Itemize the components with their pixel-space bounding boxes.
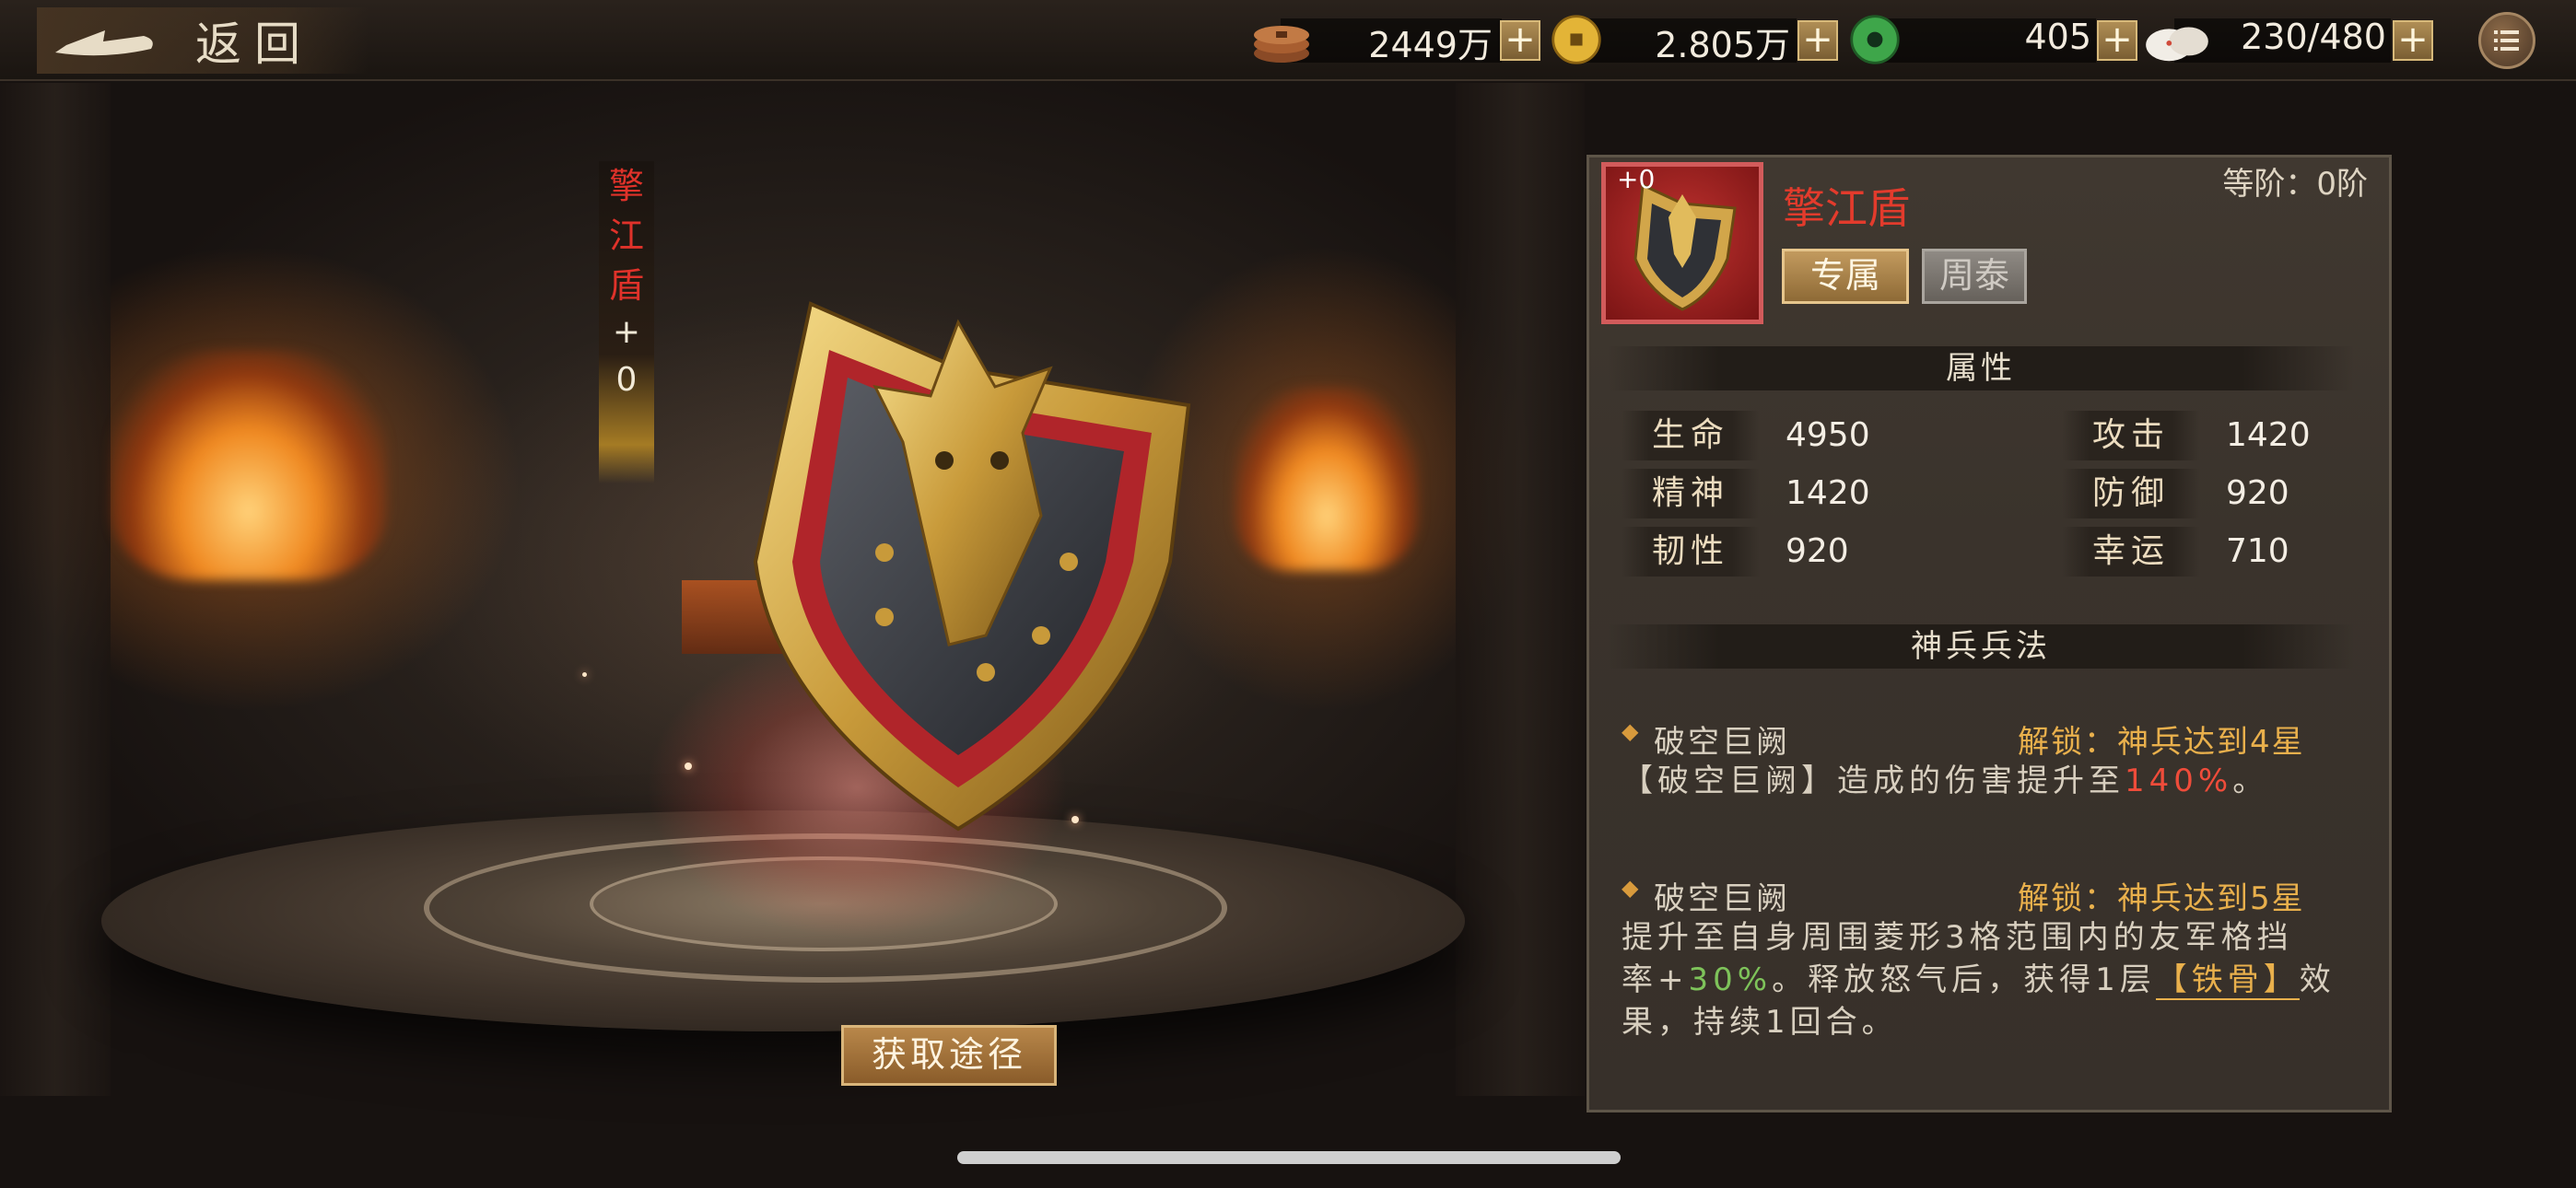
- banner-name: 擎 江 盾: [599, 161, 654, 310]
- right-furnace-fire: [1235, 387, 1419, 571]
- shield-artwork: [753, 301, 1191, 832]
- equipment-grade: 等阶：0阶: [2222, 166, 2368, 203]
- gold-value: 2.805万: [1655, 25, 1790, 65]
- banner-name-char: 江: [608, 215, 644, 256]
- equipment-icon-level: +0: [1617, 164, 1656, 194]
- top-bar: 返回 2449万 + 2.805万 + 405 + 230/480 +: [0, 0, 2576, 81]
- stat-value-spirit: 1420: [1786, 474, 1870, 512]
- stat-label-luck: 幸运: [2062, 527, 2200, 577]
- jade-value: 405: [2024, 17, 2091, 57]
- stat-value-defense: 920: [2226, 474, 2289, 512]
- equipment-name: 擎江盾: [1783, 183, 1910, 233]
- copper-value: 2449万: [1368, 25, 1493, 65]
- skill-description-line: 率+30%。释放怒气后，获得1层【铁骨】效: [1622, 954, 2336, 1000]
- desc-text: 率+: [1622, 961, 1689, 998]
- add-copper-button[interactable]: +: [1500, 20, 1540, 61]
- back-arrow-icon: [55, 30, 153, 56]
- back-label: 返回: [195, 17, 313, 71]
- gold-coin-icon: [1551, 15, 1601, 64]
- stat-label-defense: 防御: [2062, 469, 2200, 518]
- obtain-source-button[interactable]: 获取途径: [841, 1025, 1057, 1086]
- stat-label-hp: 生命: [1622, 411, 1760, 460]
- desc-highlight-value: 140%: [2125, 763, 2233, 799]
- stat-label-spirit: 精神: [1622, 469, 1760, 518]
- back-button[interactable]: 返回: [37, 7, 369, 74]
- stat-value-toughness: 920: [1786, 532, 1849, 570]
- desc-text: 【破空巨阙】造成的伤害提升至: [1622, 763, 2125, 799]
- skill-description-line: 果，持续1回合。: [1622, 1004, 1898, 1041]
- left-wall: [0, 83, 111, 1096]
- stat-label-toughness: 韧性: [1622, 527, 1760, 577]
- right-pillar: [1456, 83, 1585, 1096]
- exclusive-tag: 专属: [1782, 249, 1909, 304]
- menu-button[interactable]: [2478, 12, 2535, 69]
- desc-highlight-value: 30%: [1688, 961, 1773, 998]
- spark: [685, 763, 692, 770]
- stamina-value: 230/480: [2241, 17, 2386, 57]
- steamed-bun-icon: [2146, 27, 2208, 62]
- skill-description: 【破空巨阙】造成的伤害提升至140%。: [1622, 755, 2268, 800]
- diamond-bullet-icon: ◆: [1622, 718, 1639, 744]
- desc-text: 。释放怒气后，获得1层: [1772, 961, 2156, 998]
- copper-coins-icon: [1254, 26, 1309, 63]
- skill-description-line: 提升至自身周围菱形3格范围内的友军格挡: [1622, 919, 2293, 956]
- left-furnace-fire: [111, 350, 387, 580]
- banner-plus: +: [612, 313, 641, 351]
- buff-link[interactable]: 【铁骨】: [2155, 961, 2300, 1000]
- stat-value-luck: 710: [2226, 532, 2289, 570]
- banner-name-char: 擎: [608, 166, 644, 206]
- desc-text: 。: [2232, 763, 2269, 799]
- spark: [582, 672, 587, 677]
- diamond-bullet-icon: ◆: [1622, 875, 1639, 901]
- jade-icon: [1850, 15, 1900, 64]
- add-stamina-button[interactable]: +: [2393, 20, 2433, 61]
- banner-name-char: 盾: [608, 265, 644, 306]
- add-gold-button[interactable]: +: [1797, 20, 1838, 61]
- banner-level: 0: [615, 361, 638, 399]
- stat-label-attack: 攻击: [2062, 411, 2200, 460]
- list-menu-icon: [2494, 30, 2519, 51]
- home-indicator[interactable]: [957, 1151, 1621, 1164]
- stat-value-hp: 4950: [1786, 416, 1870, 454]
- skills-header: 神兵兵法: [1608, 624, 2354, 669]
- add-jade-button[interactable]: +: [2097, 20, 2137, 61]
- desc-text: 效: [2299, 961, 2336, 998]
- stat-value-attack: 1420: [2226, 416, 2311, 454]
- attributes-header: 属性: [1608, 346, 2354, 390]
- hero-tag[interactable]: 周泰: [1922, 249, 2027, 304]
